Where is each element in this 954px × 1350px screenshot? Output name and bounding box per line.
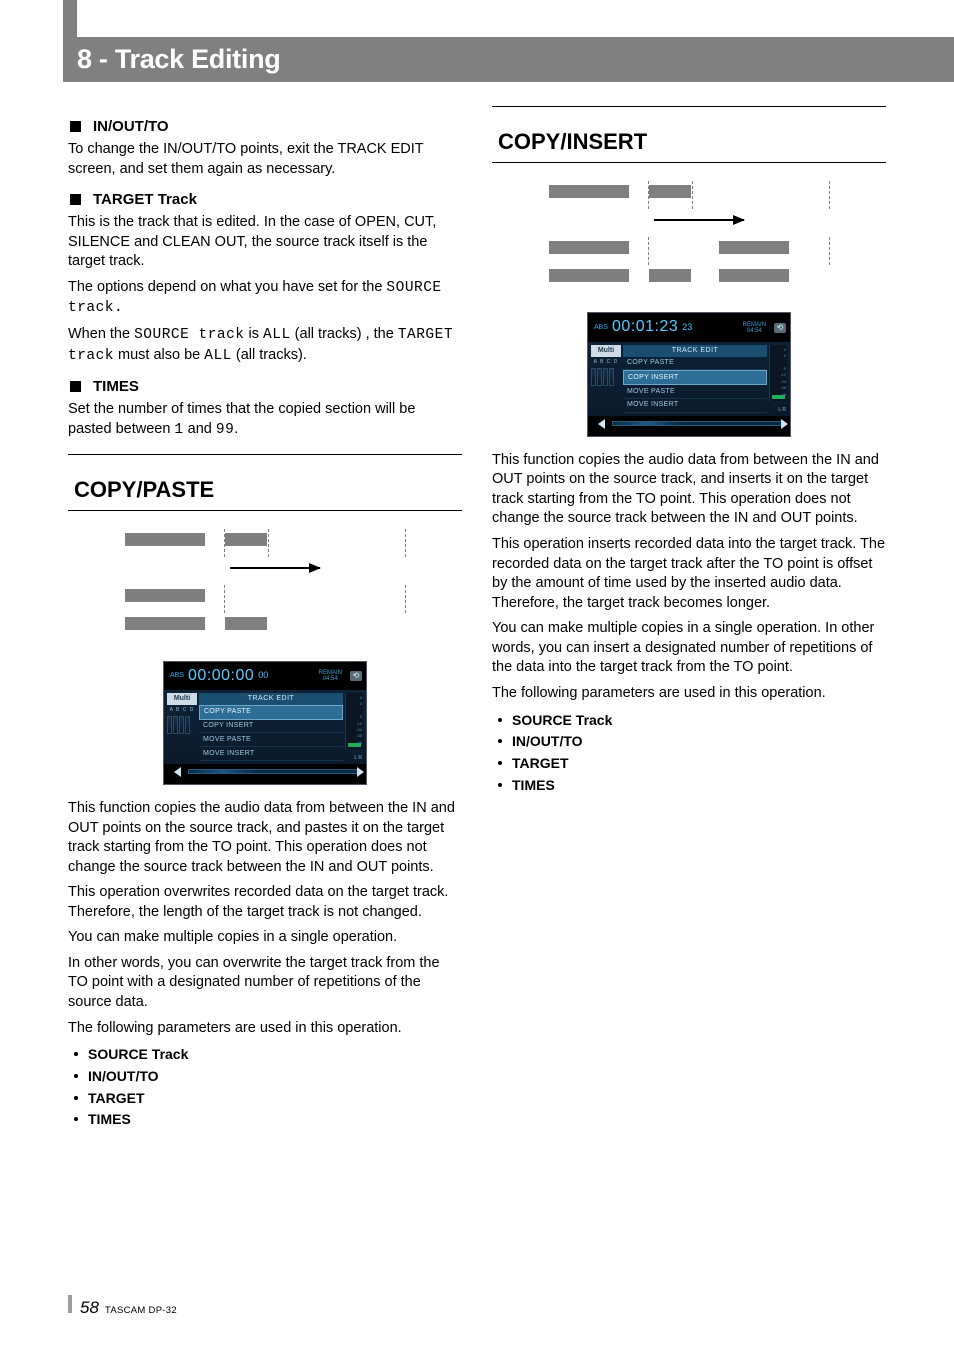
chapter-title: 8 - Track Editing bbox=[77, 41, 280, 79]
list-item: TARGET bbox=[68, 1088, 462, 1110]
lcd-track-letters: A B C D bbox=[167, 707, 197, 714]
body-text: Set the number of times that the copied … bbox=[68, 400, 462, 440]
lcd-menu-item: COPY PASTE bbox=[199, 705, 343, 720]
lcd-lr-label: L R bbox=[354, 755, 362, 762]
lcd-mode: Multi bbox=[591, 345, 621, 357]
left-column: IN/OUT/TO To change the IN/OUT/TO points… bbox=[68, 106, 462, 1131]
lcd-abs-label: ABS bbox=[594, 323, 608, 333]
lcd-subframes: 00 bbox=[258, 669, 268, 682]
loop-icon: ⟲ bbox=[350, 671, 362, 681]
lcd-menu-item: MOVE INSERT bbox=[623, 399, 767, 413]
lcd-abs-label: ABS bbox=[170, 671, 184, 681]
body-text: This operation inserts recorded data int… bbox=[492, 535, 886, 613]
body-text: This function copies the audio data from… bbox=[492, 451, 886, 529]
footer-model: TASCAM DP-32 bbox=[105, 1304, 177, 1317]
lcd-time: 00:00:00 bbox=[188, 665, 254, 687]
body-text: When the SOURCE track is ALL (all tracks… bbox=[68, 325, 462, 366]
list-item: TIMES bbox=[492, 775, 886, 797]
subhead-inoutto: IN/OUT/TO bbox=[68, 116, 462, 137]
body-text: You can make multiple copies in a single… bbox=[68, 928, 462, 948]
page-footer: 58 TASCAM DP-32 bbox=[68, 1295, 177, 1320]
bullet-square-icon bbox=[70, 381, 81, 392]
lcd-meter: 000-12-24-36-48 bbox=[769, 345, 787, 401]
lcd-remain: REMAIN 04:54 bbox=[319, 670, 342, 682]
subhead-times: TIMES bbox=[68, 376, 462, 397]
section-rule bbox=[492, 106, 886, 107]
section-title-copypaste: COPY/PASTE bbox=[68, 473, 462, 511]
body-text: This operation overwrites recorded data … bbox=[68, 883, 462, 922]
list-item: TIMES bbox=[68, 1109, 462, 1131]
subhead-label: TIMES bbox=[93, 376, 139, 397]
section-title-copyinsert: COPY/INSERT bbox=[492, 125, 886, 163]
param-list: SOURCE Track IN/OUT/TO TARGET TIMES bbox=[68, 1044, 462, 1131]
lcd-track-letters: A B C D bbox=[591, 359, 621, 366]
lcd-menu-item: COPY PASTE bbox=[623, 357, 767, 371]
lcd-meter: 000-12-24-36-48 bbox=[345, 693, 363, 749]
forward-icon bbox=[781, 419, 788, 429]
subhead-target: TARGET Track bbox=[68, 189, 462, 210]
lcd-menu-item: COPY INSERT bbox=[199, 720, 343, 734]
lcd-menu-item: MOVE PASTE bbox=[623, 385, 767, 399]
list-item: SOURCE Track bbox=[492, 710, 886, 732]
body-text: To change the IN/OUT/TO points, exit the… bbox=[68, 140, 462, 179]
loop-icon: ⟲ bbox=[774, 323, 786, 333]
body-text: The options depend on what you have set … bbox=[68, 278, 462, 319]
page-edge-tab bbox=[63, 0, 77, 37]
body-text: This function copies the audio data from… bbox=[68, 799, 462, 877]
lcd-lr-label: L R bbox=[778, 407, 786, 414]
page-number: 58 bbox=[80, 1296, 99, 1320]
lcd-time: 00:01:23 bbox=[612, 316, 678, 338]
list-item: IN/OUT/TO bbox=[492, 731, 886, 753]
subhead-label: IN/OUT/TO bbox=[93, 116, 169, 137]
rewind-icon bbox=[598, 419, 605, 429]
lcd-subframes: 23 bbox=[682, 321, 692, 334]
list-item: SOURCE Track bbox=[68, 1044, 462, 1066]
rewind-icon bbox=[174, 767, 181, 777]
subhead-label: TARGET Track bbox=[93, 189, 197, 210]
forward-icon bbox=[357, 767, 364, 777]
lcd-menu-item: MOVE INSERT bbox=[199, 747, 343, 761]
body-text: The following parameters are used in thi… bbox=[68, 1019, 462, 1039]
lcd-sliders bbox=[591, 368, 621, 386]
lcd-screenshot-copypaste: ABS 00:00:00 00 REMAIN 04:54 ⟲ Multi A B… bbox=[163, 661, 367, 785]
lcd-timeline bbox=[588, 416, 790, 436]
lcd-menu-item: COPY INSERT bbox=[623, 370, 767, 385]
lcd-screenshot-copyinsert: ABS 00:01:23 23 REMAIN 04:54 ⟲ Multi A B… bbox=[587, 312, 791, 436]
lcd-sliders bbox=[167, 716, 197, 734]
lcd-menu-title: TRACK EDIT bbox=[623, 345, 767, 357]
lcd-menu-item: MOVE PASTE bbox=[199, 733, 343, 747]
lcd-remain: REMAIN 04:54 bbox=[743, 322, 766, 334]
section-rule bbox=[68, 454, 462, 455]
lcd-timeline bbox=[164, 764, 366, 784]
body-text: In other words, you can overwrite the ta… bbox=[68, 954, 462, 1013]
right-column: COPY/INSERT bbox=[492, 106, 886, 1131]
list-item: TARGET bbox=[492, 753, 886, 775]
body-text: You can make multiple copies in a single… bbox=[492, 619, 886, 678]
list-item: IN/OUT/TO bbox=[68, 1066, 462, 1088]
copy-insert-diagram bbox=[492, 181, 886, 299]
body-text: The following parameters are used in thi… bbox=[492, 684, 886, 704]
lcd-menu-title: TRACK EDIT bbox=[199, 693, 343, 705]
chapter-header: 8 - Track Editing bbox=[63, 37, 954, 82]
footer-accent bbox=[68, 1295, 72, 1313]
param-list: SOURCE Track IN/OUT/TO TARGET TIMES bbox=[492, 710, 886, 797]
copy-paste-diagram bbox=[68, 529, 462, 647]
bullet-square-icon bbox=[70, 121, 81, 132]
lcd-mode: Multi bbox=[167, 693, 197, 705]
body-text: This is the track that is edited. In the… bbox=[68, 213, 462, 272]
bullet-square-icon bbox=[70, 194, 81, 205]
